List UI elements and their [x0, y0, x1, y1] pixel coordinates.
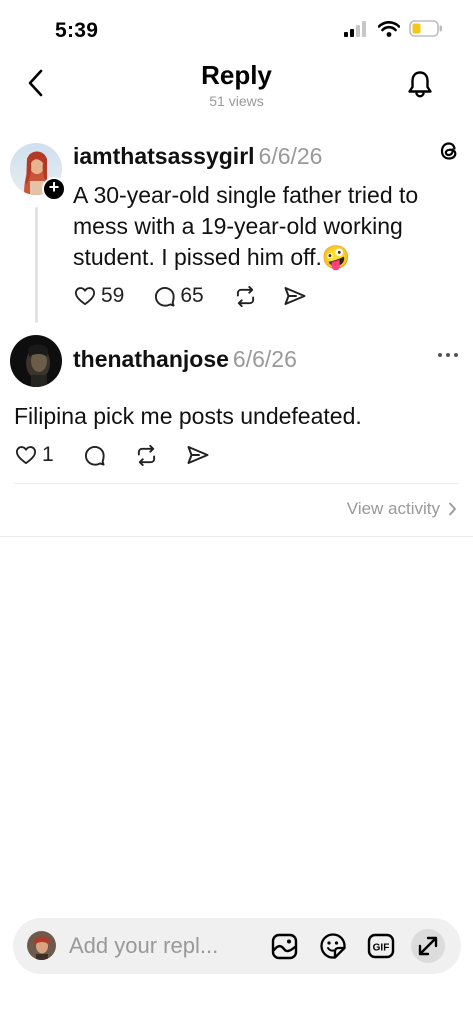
expand-icon: [418, 936, 438, 956]
like-button[interactable]: 1: [15, 443, 54, 467]
share-button[interactable]: [186, 445, 210, 465]
avatar-image: [27, 931, 56, 960]
post-actions: 59 65: [74, 284, 307, 308]
comment-button[interactable]: 65: [154, 284, 204, 308]
post-date: 6/6/26: [258, 143, 323, 169]
post-text: A 30-year-old single father tried to mes…: [73, 180, 468, 274]
reply-input[interactable]: [69, 928, 259, 964]
svg-text:GIF: GIF: [373, 943, 390, 954]
status-bar: 5:39: [0, 0, 473, 56]
reply-composer: GIF: [13, 918, 461, 974]
threads-logo-icon: [440, 142, 457, 160]
like-count: 59: [101, 284, 125, 307]
notifications-button[interactable]: [405, 69, 435, 99]
gif-button[interactable]: GIF: [364, 929, 398, 963]
sticker-icon: [320, 933, 346, 959]
image-gallery-button[interactable]: [267, 929, 301, 963]
heart-icon: [15, 446, 36, 465]
divider: [14, 483, 459, 484]
view-activity-link[interactable]: View activity: [347, 499, 457, 519]
avatar[interactable]: [10, 335, 62, 387]
repost-icon: [236, 285, 254, 307]
like-count: 1: [42, 443, 54, 466]
post-meta: thenathanjose 6/6/26: [73, 346, 297, 373]
reply-text: Filipina pick me posts undefeated.: [14, 403, 362, 429]
repost-icon: [137, 444, 155, 466]
post-meta: iamthatsassygirl 6/6/26: [73, 143, 322, 170]
share-icon: [284, 287, 306, 305]
comment-button[interactable]: [84, 445, 105, 466]
views-count: 51 views: [209, 93, 264, 109]
heart-icon: [75, 287, 95, 306]
bell-icon: [408, 71, 432, 98]
reply-actions: 1: [15, 443, 210, 467]
comment-icon: [155, 286, 175, 307]
avatar: [27, 931, 56, 960]
post-text-line: student. I pissed him off.: [73, 244, 322, 270]
page-title: Reply: [201, 60, 272, 90]
repost-button[interactable]: [234, 285, 257, 307]
post-text-line: mess with a 19-year-old working: [73, 213, 403, 239]
divider: [0, 536, 473, 537]
image-gallery-icon: [271, 933, 297, 959]
view-activity-label: View activity: [346, 499, 440, 518]
like-button[interactable]: 59: [74, 284, 124, 308]
battery-low-icon: [409, 20, 442, 37]
emoji: 🤪: [321, 245, 351, 271]
username[interactable]: iamthatsassygirl: [73, 143, 255, 169]
status-time: 5:39: [55, 19, 99, 42]
username[interactable]: thenathanjose: [73, 346, 229, 372]
share-button[interactable]: [283, 286, 307, 306]
cellular-signal-icon: [344, 20, 366, 37]
post-text-line: A 30-year-old single father tried to: [73, 182, 419, 208]
chevron-right-icon: [449, 502, 456, 516]
thread-line: [35, 207, 38, 323]
share-icon: [187, 446, 209, 464]
header: Reply 51 views: [0, 56, 473, 116]
comment-icon: [84, 445, 105, 466]
gif-icon: GIF: [367, 933, 395, 959]
post-date: 6/6/26: [232, 346, 297, 372]
follow-plus-icon[interactable]: +: [42, 177, 66, 201]
more-options-icon[interactable]: [437, 351, 459, 359]
expand-button[interactable]: [411, 929, 445, 963]
repost-button[interactable]: [135, 444, 158, 466]
avatar-image: [10, 335, 62, 387]
wifi-icon: [378, 20, 400, 37]
reply-count: 65: [180, 284, 204, 307]
status-icons: [343, 20, 443, 37]
sticker-button[interactable]: [316, 929, 350, 963]
